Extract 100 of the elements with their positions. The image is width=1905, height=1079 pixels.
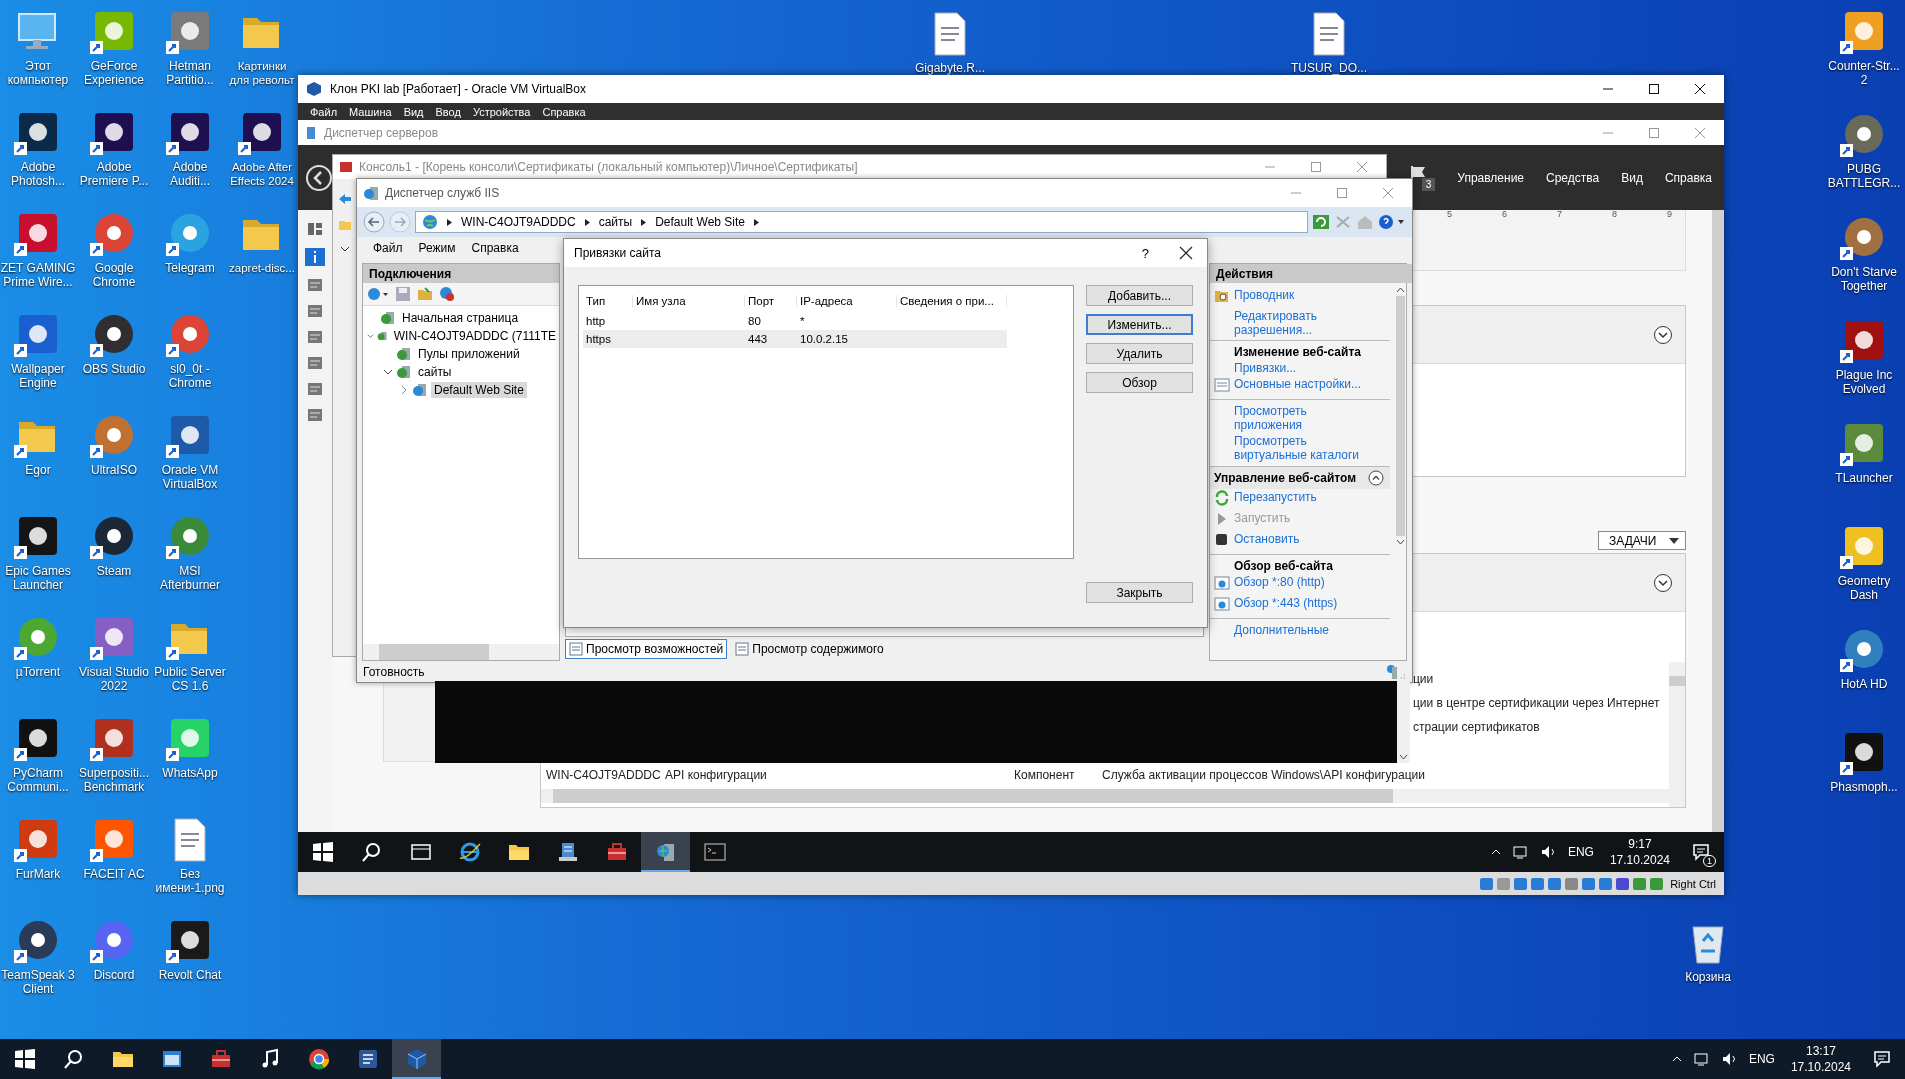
icon-label[interactable]: PUBG BATTLEGR... (1826, 162, 1902, 190)
tree-item[interactable]: Default Web Site (431, 382, 527, 398)
icon-label[interactable]: Revolt Chat (158, 968, 222, 982)
icon-label[interactable]: FACEIT AC (83, 867, 145, 881)
table-row[interactable]: https 443 10.0.2.15 (583, 330, 1007, 348)
icon-label[interactable]: TLauncher (1835, 471, 1893, 485)
action-link[interactable]: Обзор *:443 (https) (1234, 596, 1369, 610)
breadcrumb-item[interactable]: Default Web Site (655, 215, 745, 229)
column-header[interactable]: Имя узла (633, 295, 745, 307)
icon-label[interactable]: Phasmoph... (1830, 780, 1898, 794)
icon-label[interactable]: Geometry Dash (1826, 574, 1902, 602)
icon-label[interactable]: sl0_0t - Chrome (152, 362, 228, 390)
icon-label[interactable]: Gigabyte.R... (915, 61, 985, 75)
column-header[interactable]: Порт (745, 295, 797, 307)
view-tab[interactable]: Просмотр возможностей (565, 639, 728, 659)
icon-label[interactable]: zapret-disc... (229, 261, 295, 275)
dialog-button[interactable]: Удалить (1086, 343, 1193, 364)
icon-label[interactable]: FurMark (15, 867, 61, 881)
action-link[interactable]: Просмотреть виртуальные каталоги (1234, 434, 1369, 462)
breadcrumb-item[interactable]: сайты (598, 215, 633, 229)
menu-item[interactable]: Справка (463, 241, 527, 255)
icon-label[interactable]: MSI Afterburner (152, 564, 228, 592)
menu-item[interactable]: Вид (397, 105, 430, 118)
menu-item[interactable]: Справка (536, 105, 592, 118)
tree-item[interactable]: Начальная страница (399, 310, 522, 326)
tree-item[interactable]: WIN-C4OJT9ADDDC (7111TE (390, 328, 559, 344)
tree-item[interactable]: Пулы приложений (415, 346, 523, 362)
action-link[interactable]: Остановить (1234, 532, 1369, 546)
action-link[interactable]: Дополнительные (1234, 623, 1369, 637)
close-button[interactable]: Закрыть (1086, 582, 1193, 603)
icon-label[interactable]: µTorrent (15, 665, 61, 679)
address-bar[interactable]: WIN-C4OJT9ADDDC сайты Default Web Site (415, 211, 1308, 233)
menu-item[interactable]: Средства (1546, 170, 1600, 185)
icon-label[interactable]: Adobe Premiere P... (76, 160, 152, 188)
action-link[interactable]: Основные настройки... (1234, 377, 1369, 391)
icon-label[interactable]: Без имени-1.png (152, 867, 228, 895)
menu-item[interactable]: Ввод (429, 105, 467, 118)
icon-label[interactable]: Adobe Photosh... (0, 160, 76, 188)
help-button[interactable]: ? (1141, 245, 1149, 261)
column-header[interactable]: IP-адреса (797, 295, 897, 307)
tasks-dropdown[interactable]: ЗАДАЧИ (1598, 531, 1686, 550)
menu-item[interactable]: Файл (365, 241, 411, 255)
icon-label[interactable]: ZET GAMING Prime Wire... (0, 261, 76, 289)
icon-label[interactable]: Egor (25, 463, 51, 477)
icon-label[interactable]: Discord (93, 968, 135, 982)
icon-label[interactable]: Adobe Auditi... (152, 160, 228, 188)
icon-label[interactable]: Plague Inc Evolved (1826, 368, 1902, 396)
icon-label[interactable]: WhatsApp (162, 766, 218, 780)
icon-label[interactable]: Oracle VM VirtualBox (152, 463, 228, 491)
notification-count: 1 (1703, 855, 1716, 867)
menu-item[interactable]: Управление (1457, 170, 1525, 185)
menu-item[interactable]: Режим (410, 241, 464, 255)
icon-label[interactable]: TUSUR_DO... (1291, 61, 1367, 75)
icon-label[interactable]: Hetman Partitio... (152, 59, 228, 87)
icon-label[interactable]: GeForce Experience (76, 59, 152, 87)
dialog-button[interactable]: Изменить... (1086, 314, 1193, 335)
icon-label[interactable]: Superpositi... Benchmark (76, 766, 152, 794)
column-header[interactable]: Сведения о при... (897, 295, 1007, 307)
icon-label[interactable]: Visual Studio 2022 (76, 665, 152, 693)
action-link[interactable]: Перезапустить (1234, 490, 1369, 504)
breadcrumb-item[interactable]: WIN-C4OJT9ADDDC (461, 215, 576, 229)
icon-label[interactable]: Adobe After Effects 2024 (228, 160, 296, 188)
menu-item[interactable]: Файл (304, 105, 344, 118)
icon-label[interactable]: Epic Games Launcher (0, 564, 76, 592)
clock-date[interactable]: 17.10.2024 (1790, 1059, 1851, 1075)
dialog-button[interactable]: Добавить... (1086, 285, 1193, 306)
clock-date[interactable]: 17.10.2024 (1609, 852, 1670, 868)
menu-item[interactable]: Вид (1621, 170, 1643, 185)
icon-label[interactable]: OBS Studio (82, 362, 146, 376)
icon-label[interactable]: TeamSpeak 3 Client (0, 968, 76, 996)
language-indicator[interactable]: ENG (1567, 845, 1594, 859)
clock-time[interactable]: 9:17 (1628, 836, 1652, 852)
icon-label[interactable]: Steam (96, 564, 132, 578)
icon-label[interactable]: Этот компьютер (0, 59, 76, 87)
table-row[interactable]: http 80 * (583, 312, 1007, 330)
menu-item[interactable]: Машина (343, 105, 398, 118)
dialog-button[interactable]: Обзор (1086, 372, 1193, 393)
icon-label[interactable]: Telegram (165, 261, 215, 275)
icon-label[interactable]: Картинки для револьт (228, 59, 296, 87)
clock-time[interactable]: 13:17 (1805, 1043, 1836, 1059)
action-link[interactable]: Просмотреть приложения (1234, 404, 1369, 432)
action-link[interactable]: Привязки... (1234, 361, 1369, 375)
column-header[interactable]: Тип (583, 295, 633, 307)
menu-item[interactable]: Справка (1664, 170, 1712, 185)
language-indicator[interactable]: ENG (1748, 1052, 1775, 1066)
icon-label[interactable]: PyCharm Communi... (0, 766, 76, 794)
icon-label[interactable]: HotA HD (1840, 677, 1888, 691)
icon-label[interactable]: Wallpaper Engine (0, 362, 76, 390)
action-link[interactable]: Обзор *:80 (http) (1234, 575, 1369, 589)
view-tab[interactable]: Просмотр содержимого (731, 639, 888, 659)
tree-item[interactable]: сайты (415, 364, 455, 380)
icon-label[interactable]: Counter-Str... 2 (1826, 59, 1902, 87)
icon-label[interactable]: Корзина (1685, 970, 1731, 984)
icon-label[interactable]: Public Server CS 1.6 (152, 665, 228, 693)
menu-item[interactable]: Устройства (466, 105, 537, 118)
icon-label[interactable]: Google Chrome (76, 261, 152, 289)
action-link[interactable]: Проводник (1234, 288, 1369, 302)
icon-label[interactable]: Don't Starve Together (1826, 265, 1902, 293)
icon-label[interactable]: UltraISO (91, 463, 137, 477)
action-link[interactable]: Редактировать разрешения... (1234, 309, 1369, 337)
